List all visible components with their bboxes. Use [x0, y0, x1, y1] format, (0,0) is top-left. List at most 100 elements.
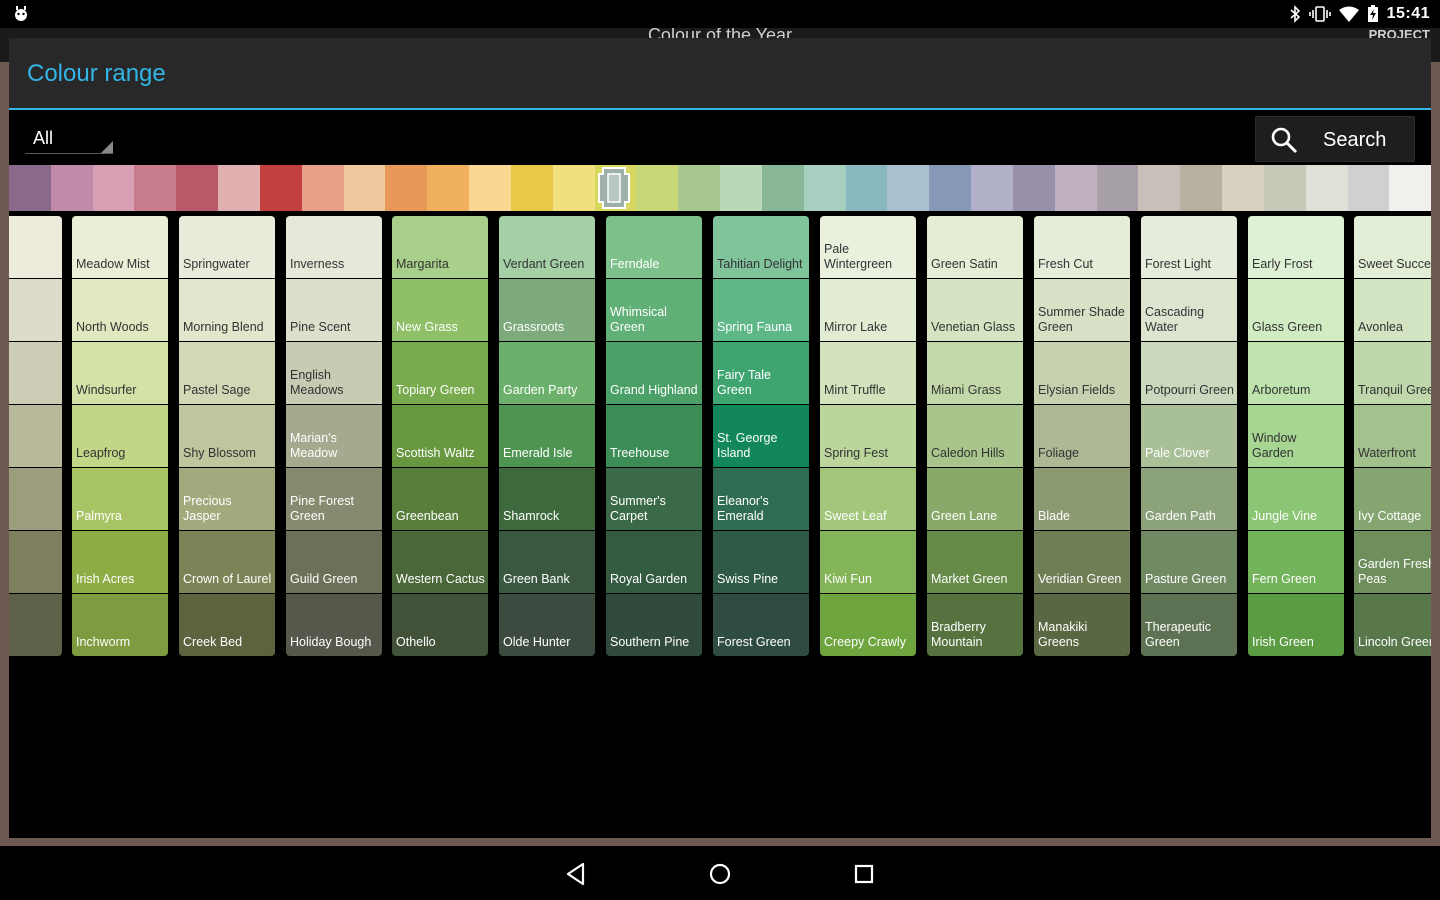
colour-swatch[interactable]: Scottish Waltz	[392, 405, 488, 467]
colour-swatch[interactable]: Grassroots	[499, 279, 595, 341]
colour-swatch[interactable]: Bradberry Mountain	[927, 594, 1023, 656]
colour-swatch[interactable]: Precious Jasper	[179, 468, 275, 530]
colour-swatch[interactable]: Sweet Leaf	[820, 468, 916, 530]
colour-swatch[interactable]: Arboretum	[1248, 342, 1344, 404]
colour-swatch[interactable]: Othello	[392, 594, 488, 656]
colour-swatch[interactable]: Tranquil Green	[1354, 342, 1431, 404]
colour-swatch[interactable]: Irish Green	[1248, 594, 1344, 656]
colour-swatch[interactable]: Tahitian Delight	[713, 216, 809, 278]
colour-swatch[interactable]: Green Satin	[927, 216, 1023, 278]
colour-swatch[interactable]: Marian's Meadow	[286, 405, 382, 467]
colour-spectrum-strip[interactable]	[9, 165, 1431, 211]
back-icon[interactable]	[562, 860, 590, 888]
colour-swatch[interactable]: Grand Highland	[606, 342, 702, 404]
colour-swatch[interactable]: Irish Acres	[72, 531, 168, 593]
colour-swatch[interactable]: Venetian Glass	[927, 279, 1023, 341]
colour-swatch[interactable]: Garden Party	[499, 342, 595, 404]
colour-swatch[interactable]: Summer Shade Green	[1034, 279, 1130, 341]
colour-swatch[interactable]: Early Frost	[1248, 216, 1344, 278]
colour-swatch[interactable]: Foliage	[1034, 405, 1130, 467]
spectrum-slider-handle[interactable]	[597, 166, 631, 210]
colour-swatch[interactable]: Green Bank	[499, 531, 595, 593]
colour-swatch[interactable]: Waterfront	[1354, 405, 1431, 467]
colour-swatch[interactable]: Therapeutic Green	[1141, 594, 1237, 656]
colour-swatch[interactable]: Garden Fresh Peas	[1354, 531, 1431, 593]
colour-swatch[interactable]: New Grass	[392, 279, 488, 341]
colour-swatch[interactable]: Pines	[9, 468, 62, 530]
colour-swatch[interactable]: Morning Blend	[179, 279, 275, 341]
colour-swatch[interactable]: Forest Green	[713, 594, 809, 656]
colour-swatch[interactable]: Avonlea	[1354, 279, 1431, 341]
colour-swatch[interactable]: Windsurfer	[72, 342, 168, 404]
colour-swatch[interactable]: Eleanor's Emerald	[713, 468, 809, 530]
colour-swatch[interactable]: Manakiki Greens	[1034, 594, 1130, 656]
colour-swatch[interactable]: Ivy Cottage	[1354, 468, 1431, 530]
colour-swatch[interactable]: Pine Forest Green	[286, 468, 382, 530]
colour-swatch[interactable]: Creek Bed	[179, 594, 275, 656]
colour-swatch[interactable]: Miami Grass	[927, 342, 1023, 404]
filter-spinner[interactable]: All	[25, 122, 113, 154]
colour-swatch[interactable]: Shy Blossom	[179, 405, 275, 467]
colour-swatch[interactable]: Verdant Green	[499, 216, 595, 278]
colour-swatch[interactable]: White	[9, 216, 62, 278]
colour-swatch[interactable]: Sweet Success	[1354, 216, 1431, 278]
colour-swatch[interactable]: Western Cactus	[392, 531, 488, 593]
colour-swatch[interactable]: Crown of Laurel	[179, 531, 275, 593]
colour-swatch[interactable]: Blade	[1034, 468, 1130, 530]
colour-swatch[interactable]: Green Lane	[927, 468, 1023, 530]
colour-swatch[interactable]: Inverness	[286, 216, 382, 278]
colour-swatch[interactable]: Spring Fest	[820, 405, 916, 467]
colour-swatch[interactable]: Pastel Sage	[179, 342, 275, 404]
colour-swatch[interactable]: Caledon Hills	[927, 405, 1023, 467]
colour-swatch[interactable]: Kiwi Fun	[820, 531, 916, 593]
colour-swatch[interactable]: Ferndale	[606, 216, 702, 278]
colour-swatch[interactable]: Creepy Crawly	[820, 594, 916, 656]
colour-swatch[interactable]: Palmyra	[72, 468, 168, 530]
colour-swatch[interactable]: Window Garden	[1248, 405, 1344, 467]
colour-swatch[interactable]: Fern Green	[1248, 531, 1344, 593]
colour-swatch[interactable]: Forest Light	[1141, 216, 1237, 278]
colour-swatch[interactable]: Spring Fauna	[713, 279, 809, 341]
colour-swatch[interactable]: St. George Island	[713, 405, 809, 467]
colour-swatch[interactable]: Inchworm	[72, 594, 168, 656]
recent-apps-icon[interactable]	[850, 860, 878, 888]
colour-swatch[interactable]: Guild Green	[286, 531, 382, 593]
home-icon[interactable]	[706, 860, 734, 888]
colour-swatch[interactable]: Market Green	[927, 531, 1023, 593]
colour-swatch[interactable]: ops	[9, 342, 62, 404]
colour-swatch[interactable]: Leapfrog	[72, 405, 168, 467]
colour-swatch[interactable]: Springwater	[179, 216, 275, 278]
colour-swatch[interactable]: Olde Hunter	[499, 594, 595, 656]
search-button[interactable]: Search	[1255, 116, 1415, 162]
colour-swatch[interactable]: Summer's Carpet	[606, 468, 702, 530]
colour-swatch[interactable]: Greenbean	[392, 468, 488, 530]
colour-swatch[interactable]: Pale Wintergreen	[820, 216, 916, 278]
colour-swatch[interactable]: Emerald Isle	[499, 405, 595, 467]
colour-swatch[interactable]: Whimsical Green	[606, 279, 702, 341]
colour-swatch[interactable]: Pine Scent	[286, 279, 382, 341]
colour-swatch[interactable]: Margarita	[392, 216, 488, 278]
colour-swatch[interactable]: Garden Path	[1141, 468, 1237, 530]
colour-swatch[interactable]: Glass Green	[1248, 279, 1344, 341]
colour-swatch[interactable]: ion	[9, 594, 62, 656]
colour-swatch[interactable]: Mirror Lake	[820, 279, 916, 341]
colour-swatch[interactable]: Pale Clover	[1141, 405, 1237, 467]
colour-swatch[interactable]: Fairy Tale Green	[713, 342, 809, 404]
colour-swatch[interactable]: Elysian Fields	[1034, 342, 1130, 404]
colour-swatch[interactable]: Holiday Bough	[286, 594, 382, 656]
colour-swatch[interactable]: Cascading Water	[1141, 279, 1237, 341]
colour-swatch[interactable]: Fresh Cut	[1034, 216, 1130, 278]
colour-swatch[interactable]: Treehouse	[606, 405, 702, 467]
colour-swatch[interactable]: English Meadows	[286, 342, 382, 404]
colour-swatch[interactable]: Mantle	[9, 279, 62, 341]
colour-swatch[interactable]: ted	[9, 531, 62, 593]
colour-swatch[interactable]: Pasture Green	[1141, 531, 1237, 593]
colour-swatch[interactable]: Topiary Green	[392, 342, 488, 404]
colour-swatch[interactable]: Potpourri Green	[1141, 342, 1237, 404]
colour-swatch[interactable]: North Woods	[72, 279, 168, 341]
colour-swatch[interactable]: Southern Pine	[606, 594, 702, 656]
colour-swatch[interactable]: Jungle Vine	[1248, 468, 1344, 530]
colour-swatch[interactable]: Lincoln Green	[1354, 594, 1431, 656]
colour-swatch[interactable]: Meadow Mist	[72, 216, 168, 278]
colour-swatch[interactable]: Mint Truffle	[820, 342, 916, 404]
